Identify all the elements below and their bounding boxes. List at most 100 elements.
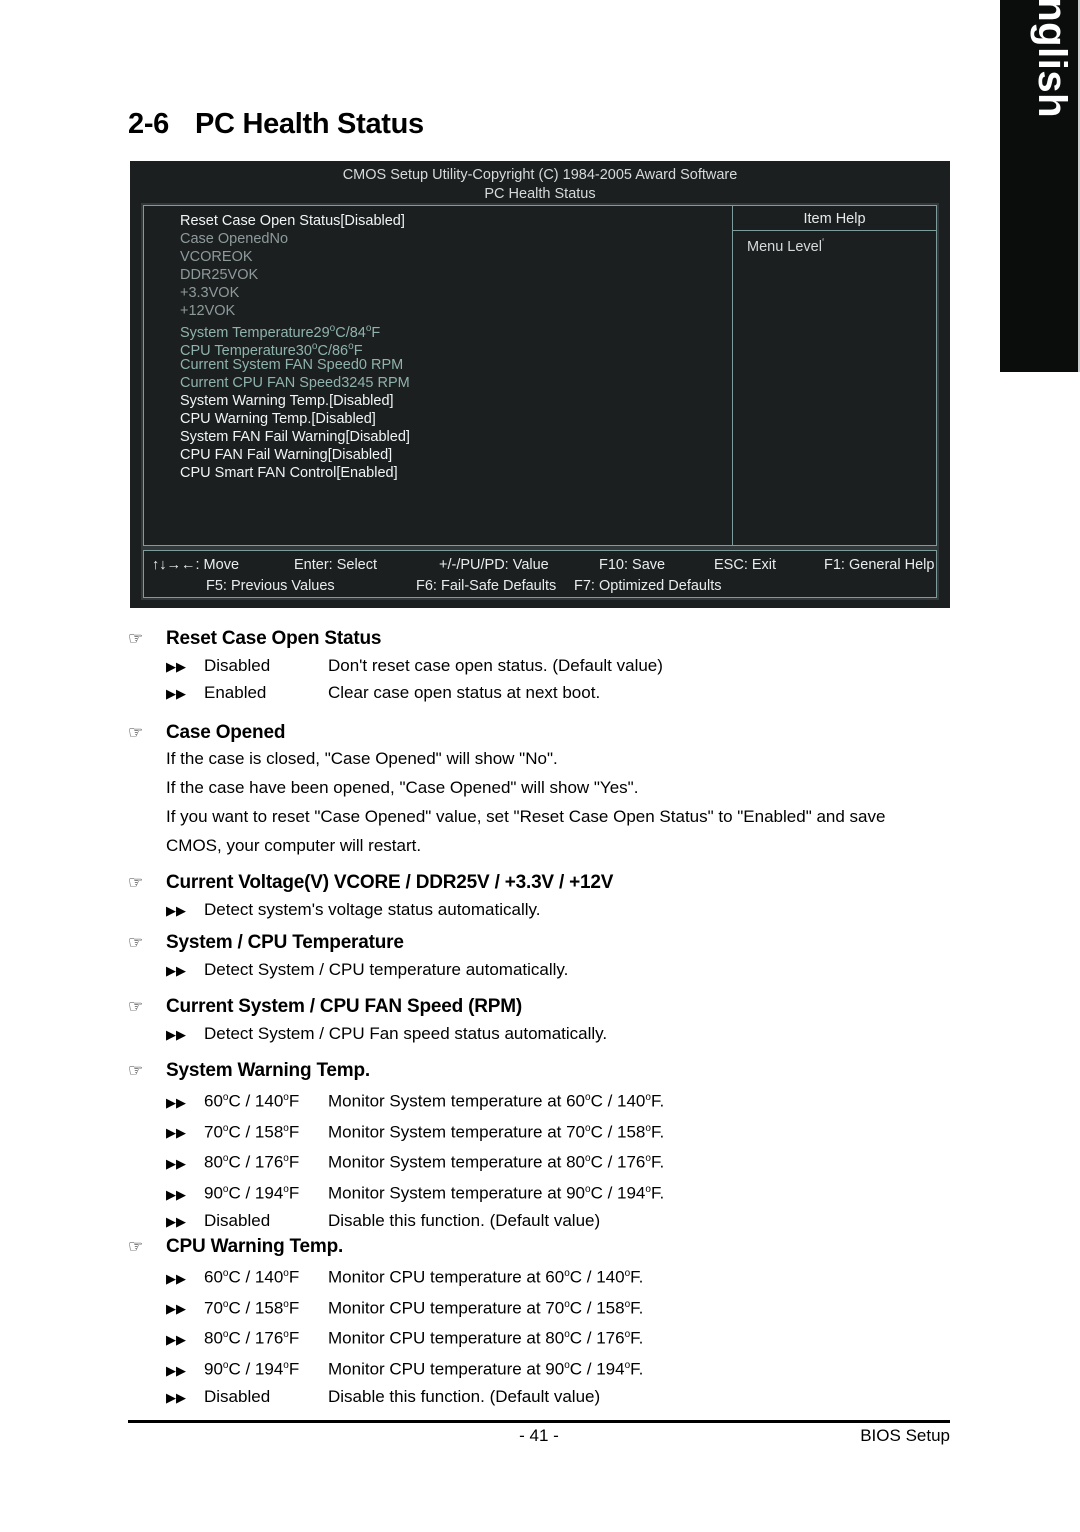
option-description: Monitor System temperature at 90oC / 194… — [328, 1183, 665, 1203]
paragraph-line: CMOS, your computer will restart. — [166, 836, 422, 855]
section-heading: ☞ Reset Case Open Status — [128, 628, 958, 650]
menu-level-superscript: ‘ — [821, 237, 825, 248]
bios-setting-value[interactable]: No — [269, 231, 288, 247]
bios-key-hint: F5: Previous Values — [206, 578, 335, 594]
bios-setting-row[interactable]: DDR25VOK — [144, 266, 732, 284]
page-title: 2-6 PC Health Status — [128, 108, 424, 141]
bios-setting-label: CPU Warning Temp. — [180, 411, 312, 427]
bios-setting-row[interactable]: Reset Case Open Status[Disabled] — [144, 212, 732, 230]
option-name: 90oC / 194oF — [204, 1359, 300, 1379]
option-name: Disabled — [204, 1210, 271, 1230]
bios-setting-row[interactable]: CPU Smart FAN Control[Enabled] — [144, 464, 732, 482]
double-arrow-icon: ▶▶ — [166, 1213, 186, 1229]
option-description: Monitor System temperature at 80oC / 176… — [328, 1152, 665, 1172]
bios-setting-label: Current CPU FAN Speed — [180, 375, 342, 391]
option-row: ▶▶ 90oC / 194oF Monitor CPU temperature at… — [128, 1355, 958, 1381]
bios-key-hint: ↑↓→←: Move — [152, 557, 240, 573]
bios-setting-row[interactable]: +12VOK — [144, 302, 732, 320]
pointing-hand-icon: ☞ — [128, 723, 144, 742]
option-row: ▶▶ 80oC / 176oF Monitor System temperature… — [128, 1148, 958, 1174]
option-name: 80oC / 176oF — [204, 1328, 300, 1348]
bios-title-line2: PC Health Status — [484, 186, 596, 202]
bios-key-hint: F6: Fail-Safe Defaults — [416, 578, 557, 594]
bios-setting-value[interactable]: [Disabled] — [340, 213, 404, 229]
section-heading-text: CPU Warning Temp. — [166, 1236, 344, 1257]
doc-section: ☞ System / CPU Temperature ▶▶ Detect System… — [128, 932, 958, 981]
option-row: ▶▶ 60oC / 140oF Monitor CPU temperature at… — [128, 1263, 958, 1289]
double-arrow-icon: ▶▶ — [166, 1270, 186, 1286]
bios-setting-row[interactable]: +3.3VOK — [144, 284, 732, 302]
section-heading-text: Reset Case Open Status — [166, 628, 382, 649]
bios-key-hint: F7: Optimized Defaults — [574, 578, 722, 594]
bios-setting-row[interactable]: CPU Warning Temp.[Disabled] — [144, 410, 732, 428]
option-description: Disable this function. (Default value) — [328, 1386, 601, 1406]
bios-setting-value[interactable]: [Disabled] — [311, 411, 375, 427]
pointing-hand-icon: ☞ — [128, 1237, 144, 1256]
bios-setting-label: CPU Smart FAN Control — [180, 465, 337, 481]
double-arrow-icon: ▶▶ — [166, 1094, 186, 1110]
double-arrow-icon: ▶▶ — [166, 1362, 186, 1378]
option-row: ▶▶ Detect System / CPU Fan speed status a… — [128, 1023, 958, 1045]
bios-settings-list[interactable]: Reset Case Open Status[Disabled] Case Ope… — [144, 206, 733, 545]
bios-setting-value[interactable]: 0 RPM — [359, 357, 403, 373]
double-arrow-icon: ▶▶ — [166, 659, 186, 674]
pointing-hand-icon: ☞ — [128, 997, 144, 1016]
bios-screen: CMOS Setup Utility-Copyright (C) 1984-20… — [130, 161, 950, 608]
bios-setting-value[interactable]: [Disabled] — [329, 393, 393, 409]
section-heading: ☞ Case Opened — [128, 722, 958, 744]
bios-setting-value[interactable]: OK — [237, 267, 258, 283]
section-heading-text: Case Opened — [166, 722, 286, 743]
bios-setting-label: +3.3V — [180, 285, 219, 301]
option-row: ▶▶ Enabled Clear case open status at next … — [128, 682, 958, 704]
bios-setting-row[interactable]: System Temperature29oC/84oF — [144, 320, 732, 341]
item-help-body: Menu Level‘ — [733, 231, 936, 255]
option-name: Disabled — [204, 656, 271, 675]
bios-title-bar: CMOS Setup Utility-Copyright (C) 1984-20… — [130, 161, 950, 204]
bios-setting-row[interactable]: Current CPU FAN Speed3245 RPM — [144, 374, 732, 392]
bios-setting-row[interactable]: System Warning Temp.[Disabled] — [144, 392, 732, 410]
bios-key-hint: F10: Save — [599, 557, 666, 573]
pointing-hand-icon: ☞ — [128, 1061, 144, 1080]
bios-setting-row[interactable]: VCOREOK — [144, 248, 732, 266]
option-name: 60oC / 140oF — [204, 1267, 300, 1287]
bios-setting-value[interactable]: [Disabled] — [328, 447, 392, 463]
bios-setting-row[interactable]: Case OpenedNo — [144, 230, 732, 248]
section-number: 2-6 — [128, 108, 170, 140]
bios-setting-value[interactable]: [Disabled] — [345, 429, 409, 445]
bios-setting-row[interactable]: CPU Temperature30oC/86oF — [144, 338, 732, 359]
option-description: Monitor CPU temperature at 80oC / 176oF. — [328, 1328, 644, 1348]
option-description: Monitor System temperature at 70oC / 158… — [328, 1122, 665, 1142]
double-arrow-icon: ▶▶ — [166, 1125, 186, 1141]
section-title: PC Health Status — [195, 108, 424, 140]
double-arrow-icon: ▶▶ — [166, 963, 186, 978]
option-name: 70oC / 158oF — [204, 1122, 300, 1142]
option-description: Monitor CPU temperature at 90oC / 194oF. — [328, 1359, 644, 1379]
bios-setting-value[interactable]: OK — [214, 303, 235, 319]
footer-right-label: BIOS Setup — [860, 1426, 950, 1445]
double-arrow-icon: ▶▶ — [166, 1186, 186, 1202]
bios-key-hint: F1: General Help — [824, 557, 935, 573]
bios-setting-value[interactable]: [Enabled] — [336, 465, 397, 481]
section-heading-text: System Warning Temp. — [166, 1060, 370, 1081]
option-row: ▶▶ Detect system's voltage status automat… — [128, 899, 958, 921]
bios-setting-label: DDR25V — [180, 267, 238, 283]
pointing-hand-icon: ☞ — [128, 629, 144, 648]
bios-setting-label: VCORE — [180, 249, 232, 265]
bios-setting-row[interactable]: System FAN Fail Warning[Disabled] — [144, 428, 732, 446]
bios-setting-value[interactable]: OK — [232, 249, 253, 265]
bios-setting-label: CPU FAN Fail Warning — [180, 447, 328, 463]
doc-section: ☞ Current System / CPU FAN Speed (RPM) ▶▶ D… — [128, 996, 958, 1045]
bios-setting-row[interactable]: CPU FAN Fail Warning[Disabled] — [144, 446, 732, 464]
bios-setting-value[interactable]: 3245 RPM — [341, 375, 410, 391]
option-row: ▶▶ 70oC / 158oF Monitor System temperature… — [128, 1118, 958, 1144]
bios-setting-label: +12V — [180, 303, 215, 319]
option-description: Clear case open status at next boot. — [328, 683, 601, 702]
bios-setting-row[interactable]: Current System FAN Speed0 RPM — [144, 356, 732, 374]
option-description: Monitor CPU temperature at 70oC / 158oF. — [328, 1298, 644, 1318]
bios-setting-value[interactable]: OK — [218, 285, 239, 301]
double-arrow-icon: ▶▶ — [166, 686, 186, 701]
option-row: ▶▶ Disabled Disable this function. (Defaul… — [128, 1210, 958, 1232]
option-name: 90oC / 194oF — [204, 1183, 300, 1203]
menu-level-label: Menu Level — [747, 238, 822, 255]
item-help-header: Item Help — [733, 206, 936, 231]
